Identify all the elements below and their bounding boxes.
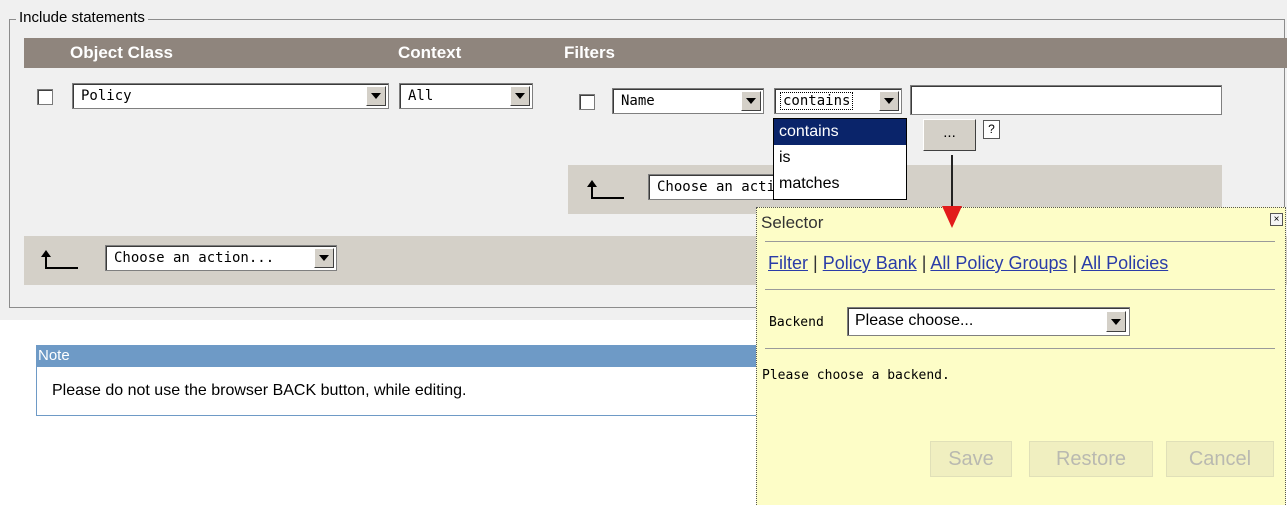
filter-field-select[interactable]: Name	[612, 88, 764, 114]
chevron-down-icon[interactable]	[879, 91, 899, 111]
filter-field-value: Name	[621, 93, 655, 109]
table-header: Object Class Context Filters	[24, 38, 1287, 68]
header-object-class: Object Class	[70, 43, 173, 62]
chevron-down-icon[interactable]	[510, 86, 530, 106]
context-select[interactable]: All	[399, 83, 533, 109]
selector-links: Filter | Policy Bank | All Policy Groups…	[768, 253, 1169, 273]
chevron-down-icon[interactable]	[314, 248, 334, 268]
divider	[765, 241, 1275, 242]
backend-label: Backend	[769, 315, 824, 330]
link-all-policies[interactable]: All Policies	[1081, 253, 1168, 273]
main-action-select[interactable]: Choose an action...	[105, 245, 337, 271]
close-icon[interactable]: ×	[1270, 213, 1283, 226]
chevron-down-icon[interactable]	[741, 91, 761, 111]
link-policy-bank[interactable]: Policy Bank	[823, 253, 917, 273]
connector-line	[951, 155, 953, 211]
operator-option[interactable]: is	[774, 145, 906, 171]
statement-checkbox[interactable]	[37, 89, 53, 105]
fieldset-legend: Include statements	[16, 8, 148, 28]
note-text: Please do not use the browser BACK butto…	[52, 382, 467, 399]
up-arrow-icon	[41, 250, 78, 269]
backend-select[interactable]: Please choose...	[847, 307, 1130, 336]
pointer-arrow-icon	[942, 206, 962, 228]
object-class-value: Policy	[81, 88, 132, 104]
backend-value: Please choose...	[855, 312, 974, 329]
operator-option[interactable]: contains	[774, 119, 906, 145]
operator-option[interactable]: matches	[774, 171, 906, 197]
filter-operator-select[interactable]: contains	[774, 88, 902, 114]
selector-popup: Selector × Filter | Policy Bank | All Po…	[756, 207, 1286, 505]
filter-value-input[interactable]	[910, 85, 1222, 115]
filter-checkbox[interactable]	[579, 94, 595, 110]
restore-button[interactable]: Restore	[1029, 441, 1153, 477]
filter-operator-value: contains	[780, 92, 854, 110]
header-context: Context	[398, 43, 462, 62]
link-all-policy-groups[interactable]: All Policy Groups	[930, 253, 1067, 273]
divider	[765, 289, 1275, 290]
save-button[interactable]: Save	[930, 441, 1012, 477]
divider	[765, 348, 1275, 349]
link-filter[interactable]: Filter	[768, 253, 808, 273]
chevron-down-icon[interactable]	[366, 86, 386, 106]
browse-button[interactable]: ...	[923, 119, 976, 151]
context-value: All	[408, 88, 434, 104]
chevron-down-icon[interactable]	[1106, 311, 1126, 332]
main-action-value: Choose an action...	[114, 250, 275, 266]
object-class-select[interactable]: Policy	[72, 83, 389, 109]
operator-dropdown-list: contains is matches	[773, 118, 907, 200]
help-icon[interactable]: ?	[983, 120, 1000, 139]
selector-message: Please choose a backend.	[762, 368, 950, 383]
header-filters: Filters	[564, 43, 616, 62]
up-arrow-icon	[587, 180, 624, 199]
cancel-button[interactable]: Cancel	[1166, 441, 1274, 477]
selector-title: Selector	[761, 213, 824, 232]
